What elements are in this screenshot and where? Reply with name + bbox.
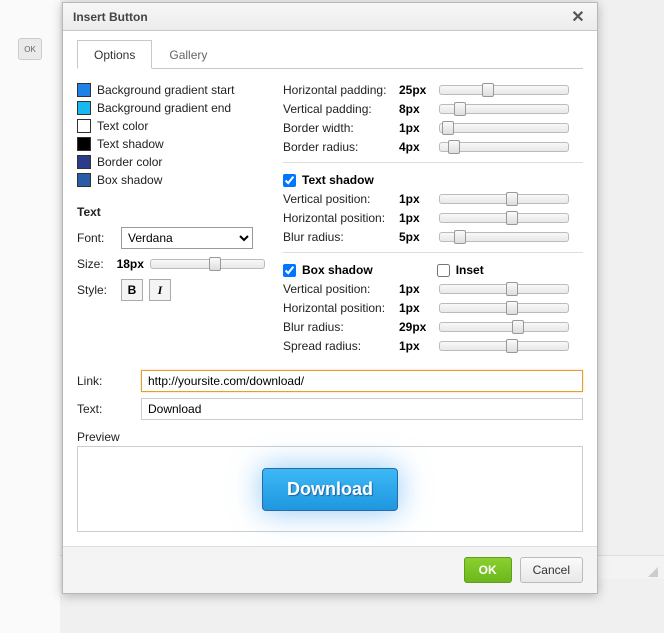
ts-vpos-value: 1px — [399, 192, 435, 206]
bwidth-slider[interactable] — [439, 123, 569, 133]
hpad-slider[interactable] — [439, 85, 569, 95]
swatch-bg-end[interactable] — [77, 101, 91, 115]
vpad-value: 8px — [399, 102, 435, 116]
preview-area: Download — [77, 446, 583, 532]
link-label: Link: — [77, 374, 131, 388]
resize-corner-icon[interactable] — [648, 567, 658, 577]
text-label: Text: — [77, 402, 131, 416]
size-label: Size: — [77, 257, 111, 271]
bradius-label: Border radius: — [283, 140, 395, 154]
bs-spread-slider[interactable] — [439, 341, 569, 351]
bs-blur-slider[interactable] — [439, 322, 569, 332]
cancel-button[interactable]: Cancel — [520, 557, 583, 583]
toolbar-button[interactable]: OK — [18, 38, 42, 60]
dialog-footer: OK Cancel — [63, 546, 597, 593]
link-input[interactable] — [141, 370, 583, 392]
swatch-label: Box shadow — [97, 173, 162, 187]
text-shadow-checkbox[interactable] — [283, 174, 296, 187]
bradius-slider[interactable] — [439, 142, 569, 152]
dialog-title: Insert Button — [73, 10, 569, 24]
preview-button[interactable]: Download — [262, 468, 398, 511]
swatch-text-color[interactable] — [77, 119, 91, 133]
box-shadow-label: Box shadow — [302, 263, 373, 277]
bs-hpos-label: Horizontal position: — [283, 301, 395, 315]
editor-toolbar-bg: OK — [0, 0, 60, 633]
color-swatch-list: Background gradient start Background gra… — [77, 83, 265, 187]
bs-vpos-label: Vertical position: — [283, 282, 395, 296]
bs-blur-label: Blur radius: — [283, 320, 395, 334]
ts-hpos-label: Horizontal position: — [283, 211, 395, 225]
italic-button[interactable]: I — [149, 279, 171, 301]
tab-gallery[interactable]: Gallery — [152, 40, 224, 69]
ts-blur-slider[interactable] — [439, 232, 569, 242]
text-shadow-label: Text shadow — [302, 173, 374, 187]
vpad-slider[interactable] — [439, 104, 569, 114]
bs-spread-label: Spread radius: — [283, 339, 395, 353]
size-value: 18px — [117, 257, 144, 271]
ts-hpos-value: 1px — [399, 211, 435, 225]
ts-vpos-slider[interactable] — [439, 194, 569, 204]
tab-bar: Options Gallery — [77, 39, 583, 69]
box-shadow-checkbox[interactable] — [283, 264, 296, 277]
ts-hpos-slider[interactable] — [439, 213, 569, 223]
bs-spread-value: 1px — [399, 339, 435, 353]
insert-button-dialog: Insert Button ✕ Options Gallery Backgrou… — [62, 2, 598, 594]
bs-blur-value: 29px — [399, 320, 435, 334]
bs-hpos-value: 1px — [399, 301, 435, 315]
ok-button[interactable]: OK — [464, 557, 512, 583]
bold-button[interactable]: B — [121, 279, 143, 301]
swatch-label: Text color — [97, 119, 148, 133]
swatch-text-shadow[interactable] — [77, 137, 91, 151]
bs-vpos-value: 1px — [399, 282, 435, 296]
text-heading: Text — [77, 205, 265, 219]
close-icon[interactable]: ✕ — [569, 7, 587, 27]
swatch-label: Text shadow — [97, 137, 164, 151]
ts-blur-value: 5px — [399, 230, 435, 244]
bwidth-value: 1px — [399, 121, 435, 135]
ts-vpos-label: Vertical position: — [283, 192, 395, 206]
bs-hpos-slider[interactable] — [439, 303, 569, 313]
tab-options[interactable]: Options — [77, 40, 152, 69]
swatch-box-shadow[interactable] — [77, 173, 91, 187]
size-slider[interactable] — [150, 259, 265, 269]
preview-label: Preview — [77, 430, 583, 444]
vpad-label: Vertical padding: — [283, 102, 395, 116]
hpad-label: Horizontal padding: — [283, 83, 395, 97]
bradius-value: 4px — [399, 140, 435, 154]
swatch-border-color[interactable] — [77, 155, 91, 169]
inset-checkbox[interactable] — [437, 264, 450, 277]
text-input[interactable] — [141, 398, 583, 420]
bs-vpos-slider[interactable] — [439, 284, 569, 294]
inset-label: Inset — [456, 263, 484, 277]
style-label: Style: — [77, 283, 115, 297]
hpad-value: 25px — [399, 83, 435, 97]
swatch-bg-start[interactable] — [77, 83, 91, 97]
ts-blur-label: Blur radius: — [283, 230, 395, 244]
font-select[interactable]: Verdana — [121, 227, 253, 249]
font-label: Font: — [77, 231, 115, 245]
dialog-titlebar: Insert Button ✕ — [63, 3, 597, 31]
bwidth-label: Border width: — [283, 121, 395, 135]
swatch-label: Background gradient end — [97, 101, 231, 115]
swatch-label: Border color — [97, 155, 162, 169]
swatch-label: Background gradient start — [97, 83, 234, 97]
